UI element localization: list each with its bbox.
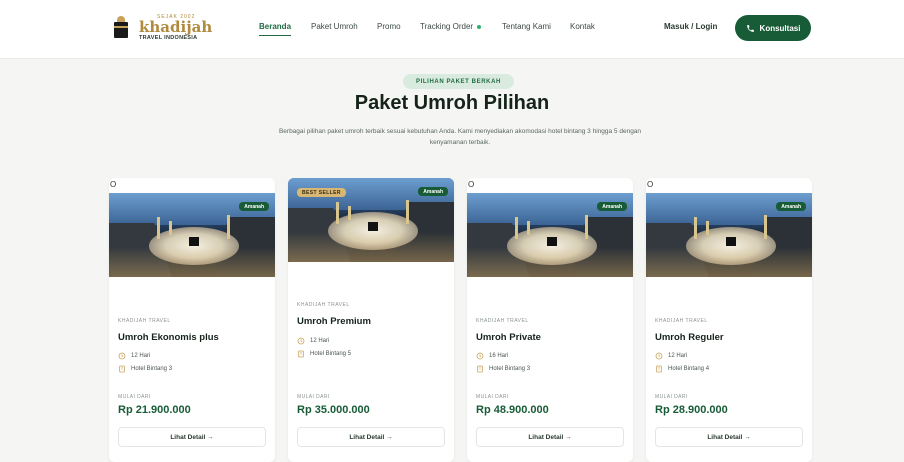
hotel-icon [477,365,483,373]
price-from-label: MULAI DARI [118,394,151,400]
card-agency: KHADIJAH TRAVEL [476,318,529,324]
konsultasi-button[interactable]: Konsultasi [735,15,811,41]
hotel-icon [298,350,304,358]
view-detail-button[interactable]: Lihat Detail → [118,427,266,447]
package-price: Rp 35.000.000 [297,404,370,416]
hotel-row: Hotel Bintang 3 [118,365,172,373]
best-seller-badge: BEST SELLER [297,188,346,197]
duration-row: 12 Hari [655,352,687,360]
phone-icon [746,24,754,32]
amanah-badge: Amanah [776,202,806,211]
duration-row: 16 Hari [476,352,508,360]
nav-item-kontak[interactable]: Kontak [570,22,595,31]
amanah-badge: Amanah [597,202,627,211]
logo-name: khadijah [139,17,213,36]
duration-row: 12 Hari [118,352,150,360]
nav-item-paket-umroh[interactable]: Paket Umroh [311,22,358,31]
duration-text: 12 Hari [310,338,330,344]
duration-row: 12 Hari [297,337,329,345]
hotel-row: Hotel Bintang 3 [476,365,530,373]
hotel-row: Hotel Bintang 4 [655,365,709,373]
package-name: Umroh Reguler [655,332,724,343]
nav-item-tentang-kami[interactable]: Tentang Kami [502,22,551,31]
package-price: Rp 48.900.000 [476,404,549,416]
clock-icon [297,337,305,345]
amanah-badge: Amanah [239,202,269,211]
package-name: Umroh Private [476,332,541,343]
clock-icon [655,352,663,360]
kaaba-logo-icon [111,16,131,40]
card-ring-glyph: O [647,180,654,189]
login-link[interactable]: Masuk / Login [664,22,717,31]
package-card[interactable]: O Amanah KHADIJAH TRAVEL Umroh Private 1… [467,178,633,462]
nav-item-tracking-label: Tracking Order [420,22,474,31]
duration-text: 16 Hari [489,353,509,359]
section-eyebrow: PILIHAN PAKET BERKAH [403,74,514,89]
package-price: Rp 28.900.000 [655,404,728,416]
brand-logo[interactable]: SEJAK 2002 khadijah TRAVEL INDONESIA [111,11,212,45]
section-description: Berbagai pilihan paket umroh terbaik ses… [278,128,642,146]
view-detail-button[interactable]: Lihat Detail → [655,427,803,447]
package-card[interactable]: O Amanah KHADIJAH TRAVEL Umroh Reguler 1… [646,178,812,462]
card-agency: KHADIJAH TRAVEL [118,318,171,324]
top-navbar: SEJAK 2002 khadijah TRAVEL INDONESIA Ber… [0,0,904,59]
duration-text: 12 Hari [668,353,688,359]
nav-item-beranda[interactable]: Beranda [259,22,292,36]
package-name: Umroh Ekonomis plus [118,332,219,343]
konsultasi-label: Konsultasi [759,23,801,33]
clock-icon [476,352,484,360]
package-name: Umroh Premium [297,316,371,327]
hotel-icon [119,365,125,373]
hotel-text: Hotel Bintang 4 [668,366,710,372]
hotel-text: Hotel Bintang 3 [489,366,531,372]
hotel-row: Hotel Bintang 5 [297,350,351,358]
logo-subtitle: TRAVEL INDONESIA [139,34,198,41]
hotel-icon [656,365,662,373]
clock-icon [118,352,126,360]
package-card[interactable]: O Amanah KHADIJAH TRAVEL Umroh Ekonomis … [109,178,275,462]
card-agency: KHADIJAH TRAVEL [655,318,708,324]
price-from-label: MULAI DARI [655,394,688,400]
card-ring-glyph: O [468,180,475,189]
card-agency: KHADIJAH TRAVEL [297,302,350,308]
nav-item-promo[interactable]: Promo [377,22,401,31]
hotel-text: Hotel Bintang 3 [131,366,173,372]
section-title: Paket Umroh Pilihan [354,92,550,114]
card-ring-glyph: O [110,180,117,189]
amanah-badge: Amanah [418,187,448,196]
package-price: Rp 21.900.000 [118,404,191,416]
price-from-label: MULAI DARI [297,394,330,400]
view-detail-button[interactable]: Lihat Detail → [476,427,624,447]
status-dot-icon [477,24,482,29]
hotel-text: Hotel Bintang 5 [310,351,352,357]
view-detail-button[interactable]: Lihat Detail → [297,427,445,447]
price-from-label: MULAI DARI [476,394,509,400]
package-card-featured[interactable]: BEST SELLER Amanah KHADIJAH TRAVEL Umroh… [288,178,454,462]
nav-item-tracking-order[interactable]: Tracking Order [420,22,482,31]
duration-text: 12 Hari [131,353,151,359]
